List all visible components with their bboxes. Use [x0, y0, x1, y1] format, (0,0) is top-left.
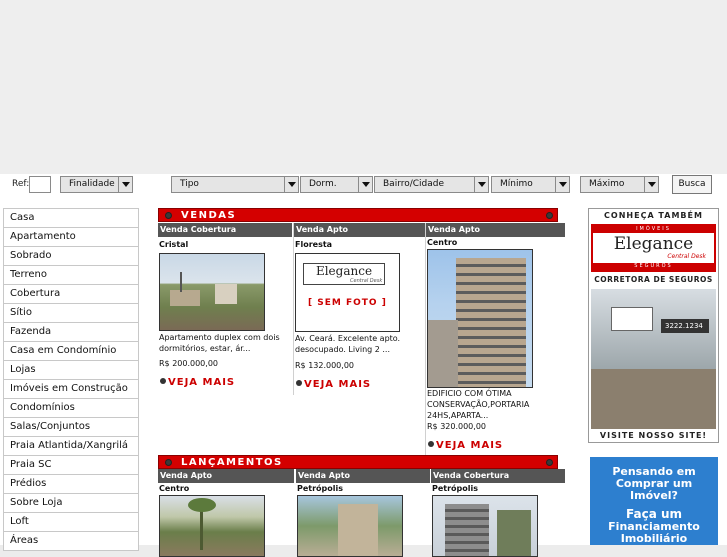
listing-photo[interactable]	[432, 495, 538, 557]
listing-card[interactable]: Venda Cobertura Cristal Apartamento dupl…	[158, 223, 292, 393]
listing-location: Floresta	[295, 240, 333, 249]
launch-card[interactable]: Venda Apto Centro	[158, 469, 294, 557]
launch-card[interactable]: Venda Apto Petrópolis	[296, 469, 430, 557]
bullet-icon	[160, 378, 166, 384]
listing-price: R$ 320.000,00	[427, 422, 486, 431]
veja-mais-link[interactable]: VEJA MAIS	[160, 377, 235, 388]
listing-price: R$ 200.000,00	[159, 359, 218, 368]
chevron-down-icon[interactable]	[358, 177, 372, 192]
menu-item-fazenda[interactable]: Fazenda	[3, 323, 139, 342]
chevron-down-icon[interactable]	[644, 177, 658, 192]
tipo-value: Tipo	[180, 179, 199, 189]
bullet-icon	[428, 441, 434, 447]
menu-item-lojas[interactable]: Lojas	[3, 361, 139, 380]
listing-location: Centro	[427, 238, 458, 247]
listing-location: Petrópolis	[432, 484, 479, 493]
menu-item-cobertura[interactable]: Cobertura	[3, 285, 139, 304]
menu-item-predios[interactable]: Prédios	[3, 475, 139, 494]
top-banner	[0, 0, 727, 174]
bullet-icon	[546, 212, 553, 219]
menu-item-sitio[interactable]: Sítio	[3, 304, 139, 323]
menu-item-praia-atlantida[interactable]: Praia Atlantida/Xangrilá	[3, 437, 139, 456]
listing-location: Cristal	[159, 240, 189, 249]
menu-item-sobre-loja[interactable]: Sobre Loja	[3, 494, 139, 513]
vendas-title: VENDAS	[181, 210, 237, 221]
menu-item-casa-condominio[interactable]: Casa em Condomínio	[3, 342, 139, 361]
menu-item-praia-sc[interactable]: Praia SC	[3, 456, 139, 475]
no-photo-label: [ SEM FOTO ]	[308, 298, 387, 308]
listing-type: Venda Apto	[296, 469, 430, 483]
elegance-logo: IMÓVEIS Elegance Central Desk SEGUROS	[591, 224, 716, 272]
vendas-header: VENDAS	[158, 208, 558, 222]
listing-location: Petrópolis	[297, 484, 344, 493]
listing-type: Venda Apto	[158, 469, 294, 483]
listing-price: R$ 132.000,00	[295, 361, 354, 370]
office-photo: 3222.1234	[591, 289, 716, 429]
ref-input[interactable]	[29, 176, 51, 193]
bairro-value: Bairro/Cidade	[383, 179, 445, 189]
minimo-value: Mínimo	[500, 179, 533, 189]
menu-item-sobrado[interactable]: Sobrado	[3, 247, 139, 266]
search-button[interactable]: Busca	[672, 175, 712, 194]
listing-location: Centro	[159, 484, 190, 493]
listing-type: Venda Cobertura	[431, 469, 565, 483]
no-photo-placeholder[interactable]: Elegance Central Desk [ SEM FOTO ]	[295, 253, 400, 332]
bullet-icon	[165, 459, 172, 466]
listing-type: Venda Cobertura	[158, 223, 292, 237]
menu-item-imoveis-construcao[interactable]: Imóveis em Construção	[3, 380, 139, 399]
chevron-down-icon[interactable]	[555, 177, 569, 192]
menu-item-salas-conjuntos[interactable]: Salas/Conjuntos	[3, 418, 139, 437]
menu-item-loft[interactable]: Loft	[3, 513, 139, 532]
listing-description: Apartamento duplex com dois dormitórios,…	[159, 333, 280, 353]
lancamentos-header: LANÇAMENTOS	[158, 455, 558, 469]
listing-photo[interactable]	[427, 249, 533, 388]
property-type-menu: Casa Apartamento Sobrado Terreno Cobertu…	[3, 208, 139, 551]
veja-mais-link[interactable]: VEJA MAIS	[428, 440, 503, 451]
listing-photo[interactable]	[159, 495, 265, 557]
listing-photo[interactable]	[297, 495, 403, 557]
menu-item-condominios[interactable]: Condomínios	[3, 399, 139, 418]
ad-phone: 3222.1234	[665, 322, 703, 330]
listing-card[interactable]: Venda Apto Centro EDIFICIO COM ÓTIMA CON…	[426, 223, 565, 455]
finalidade-select[interactable]: Finalidade	[60, 176, 133, 193]
listing-type: Venda Apto	[426, 223, 565, 237]
bullet-icon	[165, 212, 172, 219]
ad-heading: CONHEÇA TAMBÉM	[604, 211, 703, 220]
ref-label: Ref:	[12, 179, 30, 189]
menu-item-casa[interactable]: Casa	[3, 208, 139, 228]
main-content: Casa Apartamento Sobrado Terreno Cobertu…	[0, 198, 727, 557]
listing-photo[interactable]	[159, 253, 265, 331]
menu-item-terreno[interactable]: Terreno	[3, 266, 139, 285]
financiamento-ad[interactable]: Pensando em Comprar um Imóvel? Faça um F…	[590, 457, 718, 545]
tipo-select[interactable]: Tipo	[171, 176, 299, 193]
finalidade-value: Finalidade	[69, 179, 115, 189]
chevron-down-icon[interactable]	[118, 177, 132, 192]
menu-item-apartamento[interactable]: Apartamento	[3, 228, 139, 247]
chevron-down-icon[interactable]	[474, 177, 488, 192]
search-bar: Ref: Finalidade Tipo Dorm. Bairro/Cidade…	[0, 174, 727, 198]
ad-subheading: CORRETORA DE SEGUROS	[594, 275, 713, 284]
chevron-down-icon[interactable]	[284, 177, 298, 192]
listing-type: Venda Apto	[294, 223, 425, 237]
dorm-value: Dorm.	[309, 179, 337, 189]
listing-description: Av. Ceará. Excelente apto. desocupado. L…	[295, 334, 401, 354]
minimo-select[interactable]: Mínimo	[491, 176, 570, 193]
maximo-value: Máximo	[589, 179, 625, 189]
listing-description: EDIFICIO COM ÓTIMA CONSERVAÇÃO,PORTARIA …	[427, 389, 530, 420]
bullet-icon	[296, 380, 302, 386]
maximo-select[interactable]: Máximo	[580, 176, 659, 193]
menu-item-areas[interactable]: Áreas	[3, 532, 139, 551]
ad-cta[interactable]: VISITE NOSSO SITE!	[589, 431, 718, 440]
dorm-select[interactable]: Dorm.	[300, 176, 373, 193]
launch-card[interactable]: Venda Cobertura Petrópolis	[431, 469, 565, 557]
elegance-ad[interactable]: CONHEÇA TAMBÉM IMÓVEIS Elegance Central …	[588, 208, 719, 443]
listing-card[interactable]: Venda Apto Floresta Elegance Central Des…	[294, 223, 425, 393]
veja-mais-link[interactable]: VEJA MAIS	[296, 379, 371, 390]
bullet-icon	[546, 459, 553, 466]
lancamentos-title: LANÇAMENTOS	[181, 457, 283, 468]
bairro-select[interactable]: Bairro/Cidade	[374, 176, 489, 193]
